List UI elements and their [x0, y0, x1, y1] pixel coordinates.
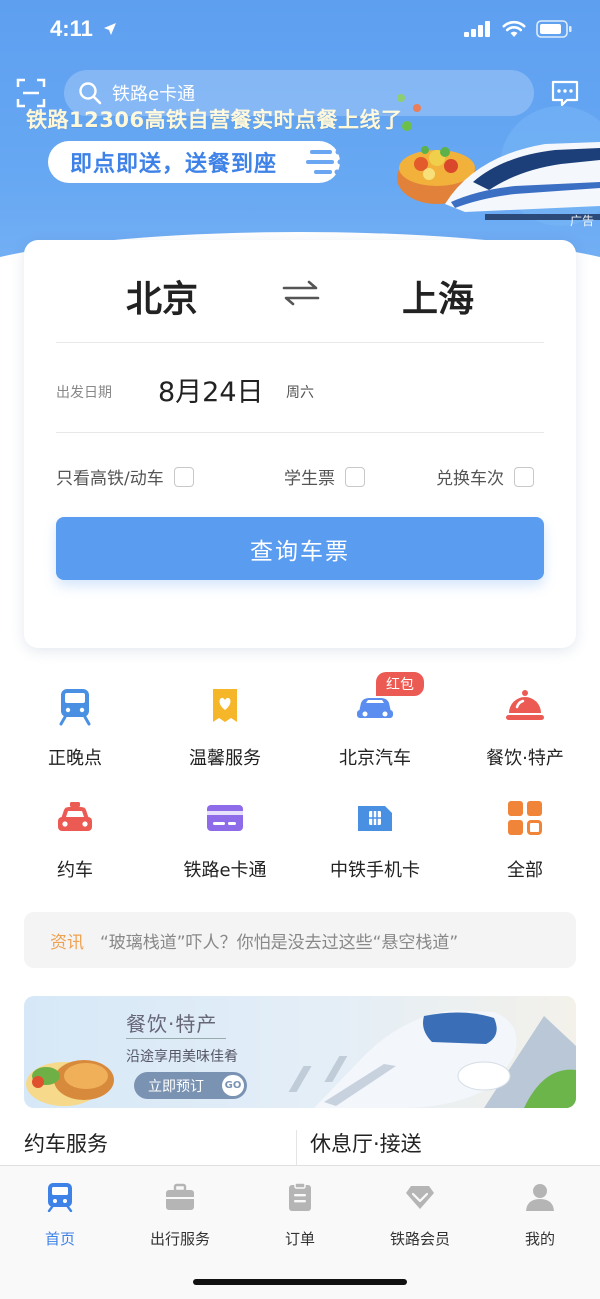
service-rail-ecard[interactable]: 铁路e卡通	[150, 798, 300, 882]
tab-travel-services[interactable]: 出行服务	[120, 1182, 240, 1249]
ad-tag: 广告	[570, 214, 595, 228]
divider	[296, 1130, 297, 1166]
tab-label: 首页	[44, 1230, 75, 1248]
option-student-ticket[interactable]: 学生票	[284, 464, 365, 489]
status-bar: 4:11	[0, 0, 600, 60]
wifi-icon	[502, 20, 526, 37]
to-city[interactable]: 上海	[402, 270, 474, 322]
diamond-icon	[406, 1186, 434, 1209]
checkbox[interactable]	[345, 466, 365, 487]
taxi-icon	[58, 802, 92, 831]
option-label: 兑换车次	[436, 469, 504, 489]
query-tickets-button[interactable]: 查询车票	[56, 517, 544, 580]
section-ride-service[interactable]: 约车服务	[24, 1128, 108, 1158]
service-label: 中铁手机卡	[330, 860, 420, 881]
banner-pill[interactable]: 即点即送，送餐到座	[48, 141, 343, 183]
food-banner-title: 餐饮·特产	[126, 1012, 218, 1036]
status-icons	[464, 20, 572, 38]
divider	[126, 1038, 226, 1039]
banner-pill-text: 即点即送，送餐到座	[70, 152, 278, 177]
checkbox[interactable]	[173, 466, 194, 487]
ticket-search-card: 北京 上海 出发日期 8月24日 周六 只看高铁/动车 学生票 兑换车次 查询车…	[24, 240, 576, 648]
tab-label: 我的	[524, 1230, 555, 1248]
service-label: 温馨服务	[189, 748, 261, 769]
search-placeholder: 铁路e卡通	[112, 84, 196, 105]
status-time: 4:11	[50, 16, 117, 42]
service-label: 全部	[507, 860, 543, 881]
divider	[56, 432, 544, 433]
tab-label: 铁路会员	[389, 1230, 450, 1248]
grid-icon	[508, 801, 542, 835]
battery-icon	[536, 20, 572, 38]
service-punctuality[interactable]: 正晚点	[0, 686, 150, 770]
tab-orders[interactable]: 订单	[240, 1182, 360, 1249]
scan-icon[interactable]	[16, 78, 46, 108]
briefcase-icon	[166, 1183, 194, 1210]
from-city[interactable]: 北京	[126, 270, 198, 322]
option-label: 只看高铁/动车	[56, 469, 164, 489]
speed-lines-icon	[306, 149, 343, 175]
swap-cities-icon[interactable]	[278, 278, 324, 308]
date-label: 出发日期	[56, 385, 112, 401]
cellular-signal-icon	[464, 21, 490, 37]
service-all[interactable]: 全部	[450, 798, 600, 882]
service-label: 正晚点	[48, 748, 102, 769]
date-picker[interactable]: 8月24日	[158, 370, 264, 409]
book-now-label: 立即预订	[148, 1078, 204, 1095]
section-lounge-transfer[interactable]: 休息厅·接送	[310, 1128, 422, 1158]
service-ride-hailing[interactable]: 约车	[0, 798, 150, 882]
weekday: 周六	[286, 385, 314, 401]
news-ticker[interactable]: 资讯 “玻璃栈道”吓人？你怕是没去过这些“悬空栈道”	[24, 912, 576, 968]
sim-card-icon	[358, 806, 392, 831]
tab-label: 订单	[284, 1230, 315, 1248]
dish-cover-icon	[506, 690, 544, 720]
service-label: 北京汽车	[339, 748, 411, 769]
service-label: 餐饮·特产	[486, 748, 564, 769]
service-food-specialty[interactable]: 餐饮·特产	[450, 686, 600, 770]
food-banner[interactable]: 餐饮·特产 沿途享用美味佳肴 立即预订 GO	[24, 996, 576, 1108]
service-care[interactable]: 温馨服务	[150, 686, 300, 770]
news-tag: 资讯	[50, 932, 84, 953]
service-beijing-auto[interactable]: 北京汽车	[300, 686, 450, 770]
food-banner-subtitle: 沿途享用美味佳肴	[126, 1049, 238, 1065]
home-indicator	[193, 1279, 407, 1285]
clipboard-icon	[289, 1182, 311, 1211]
search-icon	[79, 82, 102, 105]
option-label: 学生票	[284, 469, 335, 489]
food-train-illustration	[26, 1010, 576, 1108]
news-headline: “玻璃栈道”吓人？你怕是没去过这些“悬空栈道”	[100, 932, 459, 953]
train-front-icon	[47, 1183, 73, 1213]
tab-home[interactable]: 首页	[0, 1182, 120, 1249]
checkbox[interactable]	[514, 466, 534, 487]
divider	[56, 342, 544, 343]
tab-profile[interactable]: 我的	[480, 1182, 600, 1249]
card-icon	[207, 805, 243, 831]
person-icon	[526, 1184, 554, 1211]
go-badge: GO	[222, 1075, 244, 1096]
status-time-text: 4:11	[50, 16, 93, 41]
option-high-speed-only[interactable]: 只看高铁/动车	[56, 464, 194, 489]
red-packet-badge: 红包	[374, 670, 426, 698]
book-now-button[interactable]: 立即预订 GO	[134, 1072, 247, 1099]
tab-label: 出行服务	[149, 1230, 210, 1248]
option-redeem-train[interactable]: 兑换车次	[436, 464, 534, 489]
service-label: 约车	[57, 860, 93, 881]
service-mobile-sim[interactable]: 中铁手机卡	[300, 798, 450, 882]
tab-membership[interactable]: 铁路会员	[360, 1182, 480, 1249]
heart-ticket-icon	[213, 689, 237, 722]
service-label: 铁路e卡通	[183, 860, 267, 881]
message-icon[interactable]	[550, 80, 580, 108]
train-icon	[59, 689, 91, 726]
location-arrow-icon	[103, 23, 116, 35]
search-input[interactable]: 铁路e卡通	[64, 70, 534, 116]
